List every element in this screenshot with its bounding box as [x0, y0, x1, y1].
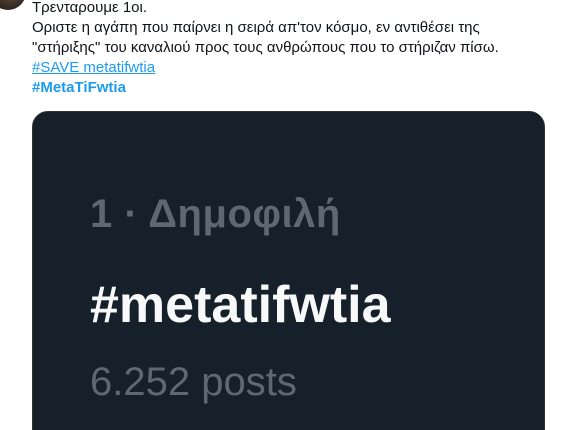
tweet-text: Τρενταρουμε 1οι. Οριστε η αγάπη που παίρ… — [32, 0, 560, 98]
tweet-view: Τρενταρουμε 1οι. Οριστε η αγάπη που παίρ… — [0, 0, 572, 430]
avatar[interactable] — [0, 0, 26, 10]
tweet-image[interactable]: 1 · Δημοφιλή #metatifwtia 6.252 posts — [32, 111, 545, 430]
trend-hashtag: #metatifwtia — [90, 276, 391, 334]
trend-rank-category: 1 · Δημοφιλή — [90, 192, 341, 236]
tweet-line: Τρενταρουμε 1οι. — [32, 0, 148, 16]
tweet-line: "στήριξης" του καναλιού προς τους ανθρώπ… — [32, 39, 499, 56]
tweet-line: Οριστε η αγάπη που παίρνει η σειρά απ'το… — [32, 19, 480, 36]
trend-post-count: 6.252 posts — [90, 360, 297, 404]
hashtag-link-save-metatifwtia[interactable]: #SAVE metatifwtia — [32, 58, 560, 78]
hashtag-link-metatifwtia[interactable]: #MetaTiFwtia — [32, 78, 560, 98]
